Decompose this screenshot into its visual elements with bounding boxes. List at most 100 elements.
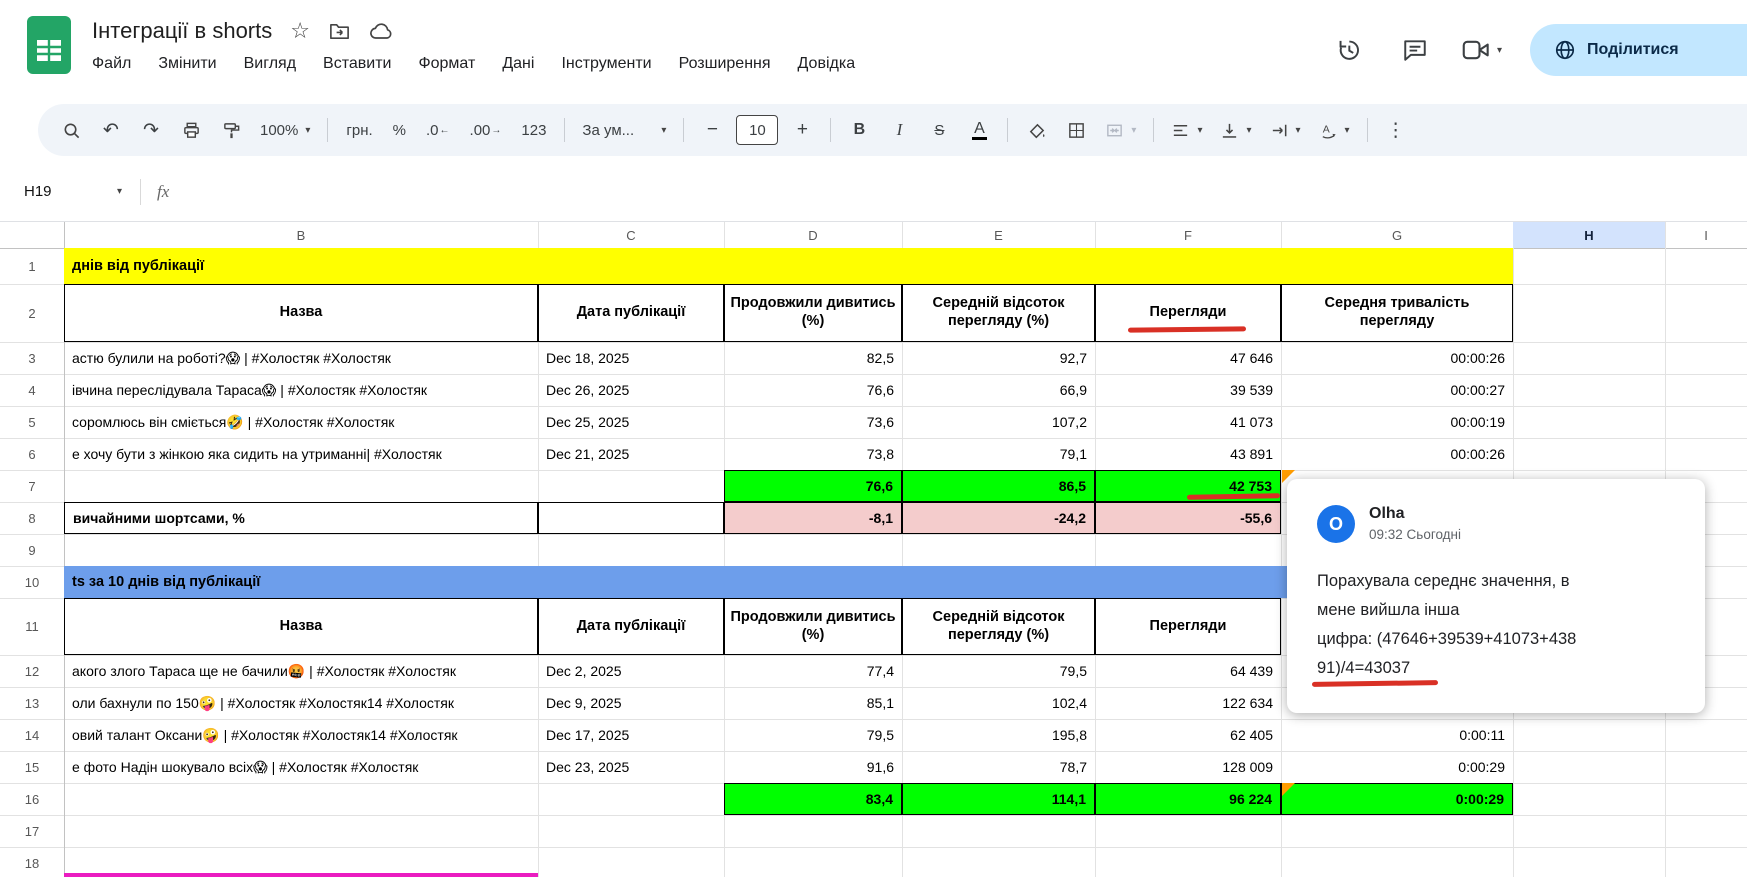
row-header-4[interactable]: 4 bbox=[0, 374, 64, 406]
row-header-9[interactable]: 9 bbox=[0, 534, 64, 566]
row-header-17[interactable]: 17 bbox=[0, 815, 64, 847]
row-header-14[interactable]: 14 bbox=[0, 719, 64, 751]
menu-format[interactable]: Формат bbox=[418, 55, 475, 73]
cell-G6[interactable]: 00:00:26 bbox=[1281, 438, 1513, 470]
more-options-icon[interactable]: ⋮ bbox=[1377, 111, 1415, 149]
doc-title[interactable]: Інтеграції в shorts bbox=[92, 18, 272, 44]
cell-E6[interactable]: 79,1 bbox=[902, 438, 1095, 470]
comments-icon[interactable] bbox=[1396, 31, 1434, 69]
menu-tools[interactable]: Інструменти bbox=[561, 55, 651, 73]
row-header-7[interactable]: 7 bbox=[0, 470, 64, 502]
cell-G2[interactable]: Середня тривалість перегляду bbox=[1281, 284, 1513, 342]
cell-E7[interactable]: 86,5 bbox=[902, 470, 1095, 502]
section1-title-cell[interactable]: днів від публікації bbox=[64, 248, 1513, 284]
cell-C3[interactable]: Dec 18, 2025 bbox=[538, 342, 724, 374]
cell-G4[interactable]: 00:00:27 bbox=[1281, 374, 1513, 406]
print-icon[interactable] bbox=[172, 111, 210, 149]
cell-F8[interactable]: -55,6 bbox=[1095, 502, 1281, 534]
cell-B3[interactable]: астю булили на роботі?😱 | #Холостяк #Хол… bbox=[64, 342, 538, 374]
cell-D16[interactable]: 83,4 bbox=[724, 783, 902, 815]
cell-D14[interactable]: 79,5 bbox=[724, 719, 902, 751]
cell-E8[interactable]: -24,2 bbox=[902, 502, 1095, 534]
cell-F3[interactable]: 47 646 bbox=[1095, 342, 1281, 374]
video-call-button[interactable]: ▾ bbox=[1462, 31, 1502, 69]
cell-D15[interactable]: 91,6 bbox=[724, 751, 902, 783]
cell-F12[interactable]: 64 439 bbox=[1095, 655, 1281, 687]
cell-D4[interactable]: 76,6 bbox=[724, 374, 902, 406]
text-rotation-button[interactable]: A ▾ bbox=[1311, 111, 1358, 149]
cell-F13[interactable]: 122 634 bbox=[1095, 687, 1281, 719]
cell-G14[interactable]: 0:00:11 bbox=[1281, 719, 1513, 751]
row-header-11[interactable]: 11 bbox=[0, 598, 64, 655]
column-header-F[interactable]: F bbox=[1095, 222, 1281, 248]
cell-E3[interactable]: 92,7 bbox=[902, 342, 1095, 374]
search-icon[interactable] bbox=[52, 111, 90, 149]
menu-file[interactable]: Файл bbox=[92, 55, 131, 73]
cell-C12[interactable]: Dec 2, 2025 bbox=[538, 655, 724, 687]
cell-D6[interactable]: 73,8 bbox=[724, 438, 902, 470]
cell-D13[interactable]: 85,1 bbox=[724, 687, 902, 719]
row-header-3[interactable]: 3 bbox=[0, 342, 64, 374]
cell-F2[interactable]: Перегляди bbox=[1095, 284, 1281, 342]
column-header-D[interactable]: D bbox=[724, 222, 902, 248]
version-history-icon[interactable] bbox=[1330, 31, 1368, 69]
strikethrough-button[interactable]: S bbox=[920, 111, 958, 149]
cell-E15[interactable]: 78,7 bbox=[902, 751, 1095, 783]
horizontal-align-button[interactable]: ▾ bbox=[1163, 111, 1210, 149]
star-icon[interactable]: ☆ bbox=[290, 20, 310, 42]
cell-E12[interactable]: 79,5 bbox=[902, 655, 1095, 687]
comment-anchor-icon-G16[interactable] bbox=[1282, 783, 1295, 796]
column-header-I[interactable]: I bbox=[1665, 222, 1747, 248]
name-box[interactable]: H19 ▾ bbox=[0, 183, 122, 200]
cell-G3[interactable]: 00:00:26 bbox=[1281, 342, 1513, 374]
cell-D2[interactable]: Продовжили дивитись (%) bbox=[724, 284, 902, 342]
percent-format-button[interactable]: % bbox=[384, 111, 415, 149]
decrease-font-size-button[interactable]: − bbox=[693, 111, 731, 149]
cell-D8[interactable]: -8,1 bbox=[724, 502, 902, 534]
cell-F14[interactable]: 62 405 bbox=[1095, 719, 1281, 751]
row-header-18[interactable]: 18 bbox=[0, 847, 64, 877]
cell-E2[interactable]: Середній відсоток перегляду (%) bbox=[902, 284, 1095, 342]
paint-format-icon[interactable] bbox=[212, 111, 250, 149]
cell-B5[interactable]: соромлюсь він сміється🤣 | #Холостяк #Хол… bbox=[64, 406, 538, 438]
cell-C15[interactable]: Dec 23, 2025 bbox=[538, 751, 724, 783]
column-header-G[interactable]: G bbox=[1281, 222, 1513, 248]
column-header-C[interactable]: C bbox=[538, 222, 724, 248]
cell-B8[interactable]: вичайними шортсами, % bbox=[64, 502, 538, 534]
merge-cells-button[interactable]: ▾ bbox=[1097, 111, 1144, 149]
cell-B11[interactable]: Назва bbox=[64, 598, 538, 655]
cell-B13[interactable]: оли бахнули по 150🤪 | #Холостяк #Холостя… bbox=[64, 687, 538, 719]
borders-icon[interactable] bbox=[1057, 111, 1095, 149]
cell-F16[interactable]: 96 224 bbox=[1095, 783, 1281, 815]
decrease-decimal-button[interactable]: .0 ← bbox=[417, 111, 459, 149]
menu-data[interactable]: Дані bbox=[502, 55, 534, 73]
sheets-logo-icon[interactable] bbox=[26, 15, 72, 75]
bold-button[interactable]: B bbox=[840, 111, 878, 149]
fill-color-icon[interactable] bbox=[1017, 111, 1055, 149]
cell-B14[interactable]: овий талант Оксани🤪 | #Холостяк #Холостя… bbox=[64, 719, 538, 751]
cell-D3[interactable]: 82,5 bbox=[724, 342, 902, 374]
currency-format-button[interactable]: грн. bbox=[337, 111, 381, 149]
menu-help[interactable]: Довідка bbox=[798, 55, 856, 73]
cell-D12[interactable]: 77,4 bbox=[724, 655, 902, 687]
cell-D5[interactable]: 73,6 bbox=[724, 406, 902, 438]
comment-card[interactable]: O Olha 09:32 Сьогодні Порахувала середнє… bbox=[1287, 479, 1705, 713]
redo-icon[interactable]: ↷ bbox=[132, 111, 170, 149]
zoom-select[interactable]: 100% ▾ bbox=[252, 111, 318, 149]
italic-button[interactable]: I bbox=[880, 111, 918, 149]
cell-E13[interactable]: 102,4 bbox=[902, 687, 1095, 719]
cell-C13[interactable]: Dec 9, 2025 bbox=[538, 687, 724, 719]
cell-B4[interactable]: івчина переслідувала Тараса😱 | #Холостяк… bbox=[64, 374, 538, 406]
cell-G16[interactable]: 0:00:29 bbox=[1281, 783, 1513, 815]
menu-extensions[interactable]: Розширення bbox=[679, 55, 771, 73]
cell-B15[interactable]: е фото Надін шокувало всіх😱 | #Холостяк … bbox=[64, 751, 538, 783]
row-header-13[interactable]: 13 bbox=[0, 687, 64, 719]
undo-icon[interactable]: ↶ bbox=[92, 111, 130, 149]
cell-B12[interactable]: акого злого Тараса ще не бачили🤬 | #Холо… bbox=[64, 655, 538, 687]
column-header-E[interactable]: E bbox=[902, 222, 1095, 248]
text-wrap-button[interactable]: ▾ bbox=[1262, 111, 1309, 149]
menu-edit[interactable]: Змінити bbox=[158, 55, 216, 73]
cell-C2[interactable]: Дата публікації bbox=[538, 284, 724, 342]
cell-D11[interactable]: Продовжили дивитись (%) bbox=[724, 598, 902, 655]
cell-C5[interactable]: Dec 25, 2025 bbox=[538, 406, 724, 438]
